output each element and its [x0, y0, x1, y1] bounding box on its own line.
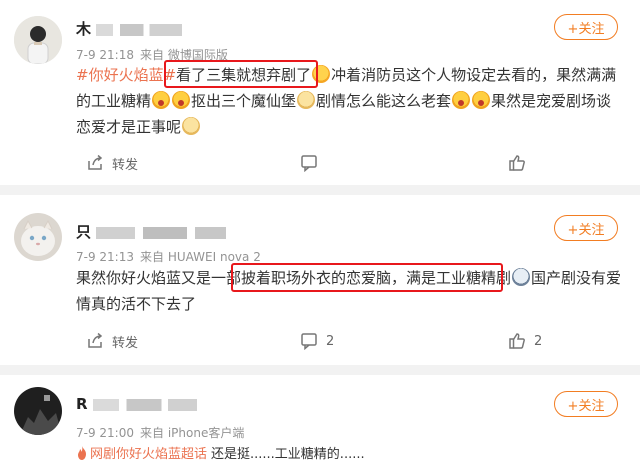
- doge-emoji-icon: [297, 91, 316, 109]
- topic-link[interactable]: #你好火焰蓝#: [76, 66, 176, 84]
- post-card: 只 7-9 21:13 来自 HUAWEI nova 2 +关注 果然你好火焰蓝又…: [0, 195, 640, 365]
- username[interactable]: 只: [76, 221, 227, 242]
- follow-button[interactable]: +关注: [554, 215, 618, 241]
- like-button[interactable]: 2: [508, 326, 542, 356]
- doge-emoji-icon: [182, 117, 201, 135]
- separator: [0, 365, 640, 375]
- comment-icon: [301, 333, 317, 350]
- avatar-image: [14, 387, 62, 435]
- shocked-emoji-icon: [152, 91, 171, 109]
- follow-button[interactable]: +关注: [554, 14, 618, 40]
- post-source: 来自 HUAWEI nova 2: [140, 250, 261, 264]
- fire-icon: [78, 446, 86, 460]
- thumbs-up-icon: [509, 155, 525, 171]
- username[interactable]: 木: [76, 18, 183, 39]
- post-card: R 7-9 21:00 来自 iPhone客户端 +关注 网剧你好火焰蓝超话 还是挺…: [0, 375, 640, 469]
- shocked-emoji-icon: [172, 91, 191, 109]
- highlight-box: [164, 60, 318, 88]
- avatar-image: [14, 213, 62, 261]
- post-card: 木 7-9 21:18 来自 微博国际版 +关注 #你好火焰蓝#看了三集就想弃剧了…: [0, 0, 640, 185]
- super-topic-link[interactable]: 网剧你好火焰蓝超话: [90, 447, 207, 462]
- comment-button[interactable]: 2: [300, 326, 334, 356]
- action-bar: 转发: [0, 148, 640, 178]
- avatar[interactable]: [14, 213, 62, 261]
- crying-emoji-icon: [512, 268, 531, 286]
- shocked-emoji-icon: [472, 91, 491, 109]
- separator: [0, 185, 640, 195]
- post-source: 来自 iPhone客户端: [140, 426, 245, 440]
- action-bar: 转发 2 2: [0, 326, 640, 356]
- comment-button[interactable]: [300, 148, 326, 178]
- post-meta: 7-9 21:00 来自 iPhone客户端: [76, 424, 244, 441]
- post-time: 7-9 21:13: [76, 250, 134, 264]
- thumbs-up-icon: [509, 333, 525, 349]
- username[interactable]: R: [76, 395, 197, 413]
- like-button[interactable]: [508, 148, 534, 178]
- avatar[interactable]: [14, 16, 62, 64]
- repost-button[interactable]: 转发: [86, 326, 138, 356]
- avatar-image: [14, 16, 62, 64]
- post-time: 7-9 21:18: [76, 48, 134, 62]
- shocked-emoji-icon: [452, 91, 471, 109]
- follow-button[interactable]: +关注: [554, 391, 618, 417]
- repost-button[interactable]: 转发: [86, 148, 138, 178]
- post-time: 7-9 21:00: [76, 426, 134, 440]
- share-icon: [88, 332, 103, 348]
- avatar[interactable]: [14, 387, 62, 435]
- comment-icon: [301, 155, 317, 172]
- share-icon: [88, 154, 103, 170]
- post-content: #你好火焰蓝#看了三集就想弃剧了 冲着消防员这个人物设定去看的，果然满满的工业糖精…: [76, 65, 617, 136]
- post-content: 网剧你好火焰蓝超话 还是挺......工业糖精的......: [76, 443, 365, 462]
- highlight-box: [231, 263, 503, 292]
